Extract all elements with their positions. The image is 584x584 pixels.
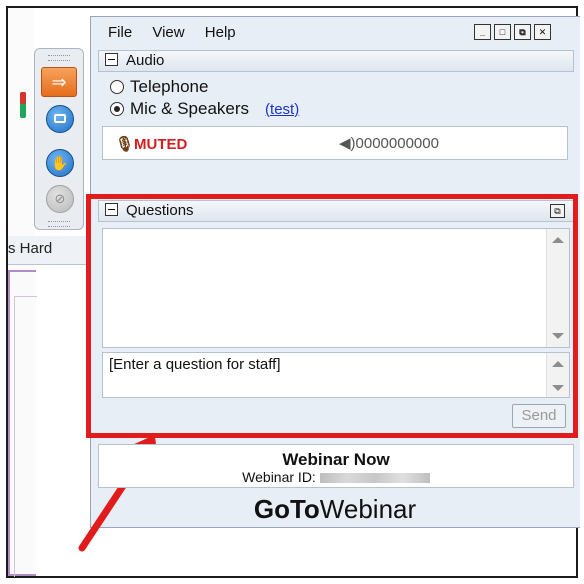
webinar-title: Webinar Now	[282, 450, 390, 469]
hide-panel-arrow-button[interactable]: ⇒	[41, 67, 77, 97]
webinar-id-label: Webinar ID:	[242, 469, 316, 485]
popout-button[interactable]: ⧉	[514, 24, 531, 40]
disabled-tool-button: ⊘	[46, 185, 74, 213]
mic-speakers-label: Mic & Speakers	[130, 99, 250, 118]
audio-section-header[interactable]: Audio	[98, 50, 574, 72]
muted-label: MUTED	[134, 136, 188, 153]
raise-hand-button[interactable]: ✋	[46, 149, 74, 177]
webinar-id-redacted	[319, 473, 430, 483]
background-panel-inner	[14, 296, 37, 577]
show-screen-button[interactable]	[46, 105, 74, 133]
disabled-icon: ⊘	[54, 191, 66, 206]
mic-speakers-radio[interactable]	[110, 102, 124, 116]
hand-icon: ✋	[51, 155, 69, 171]
mic-speakers-option[interactable]: Mic & Speakers (test)	[110, 99, 299, 119]
popout-icon: ⧉	[519, 27, 526, 37]
restore-button[interactable]: □	[494, 24, 511, 40]
highlight-box	[86, 194, 578, 438]
test-audio-link[interactable]: (test)	[265, 101, 299, 118]
minimize-button[interactable]: _	[474, 24, 491, 40]
menu-help[interactable]: Help	[205, 24, 236, 41]
brand-light: Webinar	[319, 494, 417, 524]
telephone-option[interactable]: Telephone	[110, 77, 208, 97]
webinar-info: Webinar Now Webinar ID:	[98, 444, 574, 488]
palette-grip-top[interactable]	[48, 55, 70, 61]
close-button[interactable]: ✕	[534, 24, 551, 40]
audio-header-label: Audio	[126, 52, 165, 69]
annotation-arrow-icon	[78, 436, 160, 552]
menu-file[interactable]: File	[108, 24, 132, 41]
window-controls: _ □ ⧉ ✕	[474, 24, 551, 40]
background-tab-label: s Hard	[8, 240, 53, 257]
restore-icon: □	[499, 27, 506, 37]
telephone-label: Telephone	[130, 77, 209, 96]
palette-grip-bottom[interactable]	[48, 221, 70, 227]
close-icon: ✕	[538, 27, 547, 37]
webinar-id-row: Webinar ID:	[99, 469, 573, 485]
volume-meter: ◀)0000000000	[339, 135, 439, 152]
gotowebinar-logo: GoToWebinar	[90, 494, 580, 525]
minimize-icon: _	[479, 27, 485, 37]
menu-view[interactable]: View	[152, 24, 184, 41]
brand-bold: GoTo	[253, 494, 320, 524]
telephone-radio[interactable]	[110, 80, 124, 94]
muted-status[interactable]: 🎙MUTED	[115, 135, 187, 153]
menu-bar: File View Help	[108, 24, 252, 41]
collapse-icon[interactable]	[105, 53, 118, 66]
arrow-right-icon: ⇒	[51, 72, 67, 92]
background-accent-red	[20, 92, 26, 104]
microphone-icon: 🎙	[115, 136, 135, 153]
tool-palette: ⇒ ✋ ⊘	[34, 48, 84, 230]
audio-status-box: 🎙MUTED ◀)0000000000	[102, 126, 568, 160]
